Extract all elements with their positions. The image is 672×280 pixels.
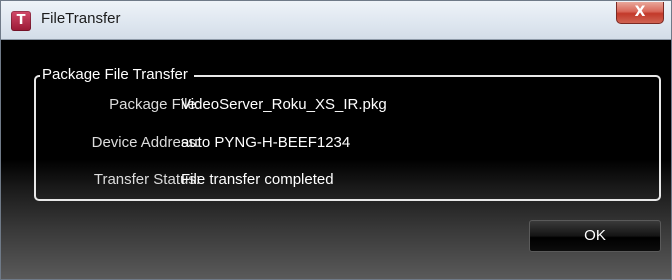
title-bar[interactable]: T FileTransfer X xyxy=(1,1,671,40)
window-title: FileTransfer xyxy=(41,10,121,27)
transfer-status-value: File transfer completed xyxy=(181,171,334,188)
package-file-row: Package File: VideoServer_Roku_XS_IR.pkg xyxy=(36,94,659,116)
device-address-row: Device Address: auto PYNG-H-BEEF1234 xyxy=(36,132,659,154)
file-transfer-window: T FileTransfer X Package File Transfer P… xyxy=(0,0,672,280)
dialog-client-area: Package File Transfer Package File: Vide… xyxy=(1,40,671,279)
close-button[interactable]: X xyxy=(616,2,664,24)
group-legend: Package File Transfer xyxy=(40,65,194,85)
package-file-transfer-group: Package File Transfer Package File: Vide… xyxy=(34,65,661,201)
package-file-value: VideoServer_Roku_XS_IR.pkg xyxy=(181,96,387,113)
transfer-status-row: Transfer Status: File transfer completed xyxy=(36,169,659,191)
ok-button[interactable]: OK xyxy=(529,220,661,252)
close-icon: X xyxy=(634,4,646,20)
app-icon: T xyxy=(11,11,31,31)
device-address-value: auto PYNG-H-BEEF1234 xyxy=(181,134,351,151)
